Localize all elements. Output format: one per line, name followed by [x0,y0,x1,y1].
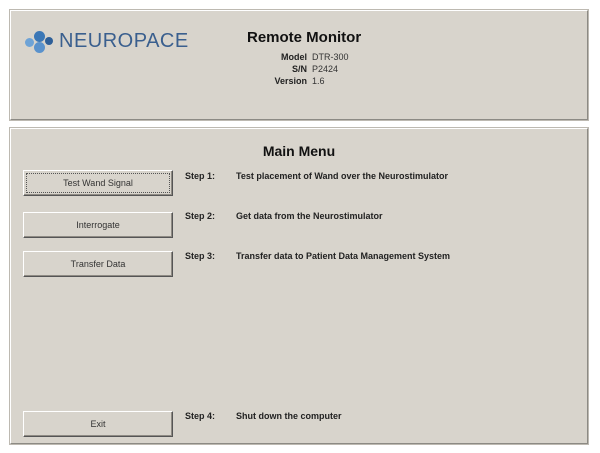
device-info: Model DTR-300 S/N P2424 Version 1.6 [251,51,391,87]
info-label: S/N [291,64,307,74]
info-label: Version [274,76,307,86]
info-value: DTR-300 [312,52,349,62]
info-row-version: Version 1.6 [251,75,391,87]
exit-button[interactable]: Exit [23,411,173,437]
step-label: Step 1: [185,171,216,181]
interrogate-button[interactable]: Interrogate [23,212,173,238]
step-1: Step 1: Test placement of Wand over the … [185,171,448,181]
test-wand-signal-button[interactable]: Test Wand Signal [23,170,173,196]
neuropace-logo-icon [25,29,53,53]
step-label: Step 3: [185,251,216,261]
step-text: Get data from the Neurostimulator [236,211,383,221]
main-menu-panel: Main Menu Test Wand Signal Step 1: Test … [10,128,588,444]
main-menu-title: Main Menu [262,143,336,159]
info-row-serial: S/N P2424 [251,63,391,75]
step-text: Shut down the computer [236,411,342,421]
step-3: Step 3: Transfer data to Patient Data Ma… [185,251,450,261]
step-label: Step 2: [185,211,216,221]
step-label: Step 4: [185,411,216,421]
info-value: P2424 [312,64,339,74]
info-value: 1.6 [312,76,325,86]
neuropace-logo: NEUROPACE [25,29,189,53]
header-panel: NEUROPACE Remote Monitor Model DTR-300 S… [10,10,588,120]
info-row-model: Model DTR-300 [251,51,391,63]
transfer-data-button[interactable]: Transfer Data [23,251,173,277]
step-4: Step 4: Shut down the computer [185,411,342,421]
info-label: Model [281,52,307,62]
app-title: Remote Monitor [247,29,362,46]
step-text: Test placement of Wand over the Neurosti… [236,171,449,181]
logo-text: NEUROPACE [59,29,189,52]
step-text: Transfer data to Patient Data Management… [236,251,451,261]
step-2: Step 2: Get data from the Neurostimulato… [185,211,383,221]
